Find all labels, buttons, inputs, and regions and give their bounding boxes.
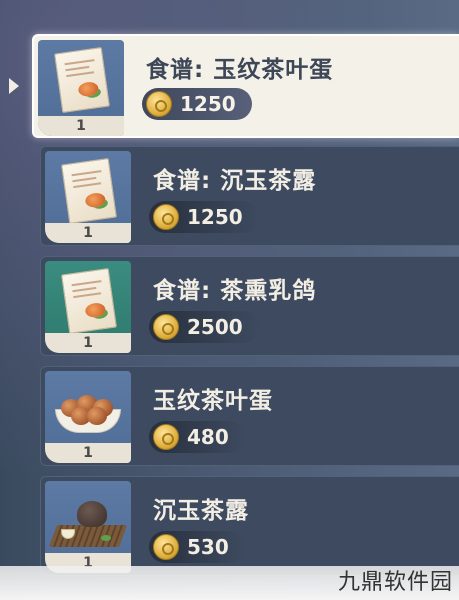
tea-egg-icon	[55, 393, 121, 433]
price-value: 1250	[180, 92, 236, 116]
item-price: 2500	[149, 311, 259, 343]
mora-coin-icon	[153, 314, 179, 340]
shop-item-row[interactable]: 1 食谱: 沉玉茶露 1250	[40, 146, 459, 246]
item-quantity: 1	[45, 333, 131, 353]
item-quantity: 1	[38, 116, 124, 136]
recipe-icon	[54, 46, 110, 114]
price-value: 480	[187, 425, 229, 449]
shop-item-row[interactable]: 1 沉玉茶露 530	[40, 476, 459, 576]
item-thumbnail: 1	[45, 481, 131, 573]
recipe-icon	[61, 157, 117, 225]
item-title: 玉纹茶叶蛋	[153, 388, 273, 414]
watermark-bar: 九鼎软件园	[0, 566, 459, 600]
watermark-text: 九鼎软件园	[337, 570, 453, 595]
mora-coin-icon	[153, 204, 179, 230]
mora-coin-icon	[146, 91, 172, 117]
shop-item-row[interactable]: 1 食谱: 茶熏乳鸽 2500	[40, 256, 459, 356]
recipe-icon	[61, 267, 117, 335]
item-price: 480	[149, 421, 245, 453]
shop-item-list: 1 食谱: 玉纹茶叶蛋 1250 1 食谱: 沉玉茶露 1250 1 食谱: 茶…	[0, 0, 459, 600]
mora-coin-icon	[153, 534, 179, 560]
item-thumbnail: 1	[45, 371, 131, 463]
item-title: 食谱: 沉玉茶露	[153, 168, 317, 194]
shop-item-row[interactable]: 1 玉纹茶叶蛋 480	[40, 366, 459, 466]
price-value: 2500	[187, 315, 243, 339]
mora-coin-icon	[153, 424, 179, 450]
item-thumbnail: 1	[45, 261, 131, 353]
item-title: 食谱: 茶熏乳鸽	[153, 278, 317, 304]
item-price: 530	[149, 531, 245, 563]
item-price: 1250	[142, 88, 252, 120]
price-value: 530	[187, 535, 229, 559]
tea-set-icon	[48, 499, 128, 559]
item-thumbnail: 1	[45, 151, 131, 243]
price-value: 1250	[187, 205, 243, 229]
shop-item-row[interactable]: 1 食谱: 玉纹茶叶蛋 1250	[32, 34, 459, 138]
item-quantity: 1	[45, 223, 131, 243]
item-quantity: 1	[45, 443, 131, 463]
item-title: 食谱: 玉纹茶叶蛋	[146, 57, 334, 83]
item-title: 沉玉茶露	[153, 498, 249, 524]
item-price: 1250	[149, 201, 259, 233]
item-thumbnail: 1	[38, 40, 124, 136]
